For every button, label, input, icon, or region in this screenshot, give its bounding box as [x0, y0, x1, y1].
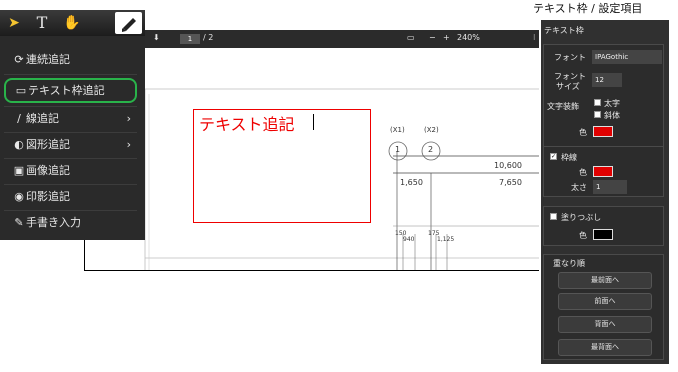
zoom-out-button[interactable]: − — [429, 33, 436, 42]
grid-label-x2: (X2) — [424, 126, 439, 134]
italic-checkbox[interactable] — [594, 111, 601, 118]
continuous-icon: ⟳ — [14, 53, 24, 66]
text-annotation-box[interactable]: テキスト追記 — [193, 109, 371, 223]
page-total: / 2 — [203, 33, 214, 42]
border-checkbox[interactable]: ✓ — [550, 153, 557, 160]
zoom-level[interactable]: 240% — [457, 33, 480, 42]
text-color-swatch[interactable] — [593, 126, 613, 137]
fill-color-swatch[interactable] — [593, 229, 613, 240]
menu-item-line[interactable]: ∕ 線追記 › — [4, 106, 137, 131]
dimension-label: 10,600 — [494, 161, 522, 170]
tool-toolbar: ➤ T ✋ — [0, 10, 145, 36]
line-icon: ∕ — [17, 112, 21, 125]
stamp-icon: ◉ — [14, 190, 24, 203]
send-to-back-button[interactable]: 最背面へ — [558, 339, 652, 356]
menu-item-label: 手書き入力 — [26, 216, 81, 229]
more-icon[interactable]: ⁝ — [533, 33, 536, 42]
text-caret — [313, 114, 314, 130]
section-caption: テキスト枠 / 設定項目 — [533, 2, 643, 15]
menu-item-image[interactable]: ▣ 画像追記 — [4, 158, 137, 183]
pencil-icon — [122, 18, 136, 32]
menu-item-shape[interactable]: ◐ 図形追記 › — [4, 132, 137, 157]
viewer-toolbar: ⬇ 1 / 2 ▭ − + 240% ⁝ — [85, 30, 539, 48]
dimension-label: 940 — [403, 236, 415, 243]
font-select[interactable]: IPAGothic — [592, 50, 662, 64]
bring-forward-button[interactable]: 前面へ — [558, 293, 652, 310]
font-size-input[interactable]: 12 — [592, 73, 622, 87]
border-label: 枠線 — [561, 153, 577, 162]
thickness-input[interactable]: 1 — [593, 180, 627, 194]
menu-item-textbox[interactable]: ▭ テキスト枠追記 — [4, 78, 137, 103]
page-number-input[interactable]: 1 — [180, 34, 200, 44]
order-label: 重なり順 — [553, 259, 585, 268]
bold-label: 太字 — [604, 99, 620, 108]
menu-divider — [4, 74, 137, 75]
menu-item-label: 印影追記 — [26, 190, 70, 203]
dimension-label: 1,650 — [400, 178, 423, 187]
menu-item-label: テキスト枠追記 — [28, 84, 105, 97]
pointer-icon[interactable]: ➤ — [4, 13, 24, 33]
order-settings-group: 重なり順 最前面へ 前面へ 背面へ 最背面へ — [543, 254, 664, 360]
bring-to-front-button[interactable]: 最前面へ — [558, 272, 652, 289]
panel-title: テキスト枠 — [544, 26, 584, 35]
border-color-label: 色 — [579, 168, 587, 177]
menu-item-handwriting[interactable]: ✎ 手書き入力 — [4, 210, 137, 235]
annotation-menu: ⟳ 連続追記 ▭ テキスト枠追記 ∕ 線追記 › ◐ 図形追記 › ▣ 画像追記… — [0, 36, 145, 240]
menu-item-label: 線追記 — [26, 112, 59, 125]
fill-checkbox[interactable] — [550, 213, 557, 220]
textbox-settings-panel: テキスト枠 フォント IPAGothic フォント サイズ 12 文字装飾 太字… — [541, 20, 669, 364]
decoration-label: 文字装飾 — [547, 102, 579, 111]
menu-item-label: 画像追記 — [26, 164, 70, 177]
fill-color-label: 色 — [579, 231, 587, 240]
border-settings-group: ✓ 枠線 色 太さ 1 — [543, 146, 664, 197]
download-icon[interactable]: ⬇ — [153, 33, 160, 42]
pencil-tool-button[interactable] — [115, 12, 142, 34]
grid-number-2: 2 — [428, 145, 434, 154]
zoom-in-button[interactable]: + — [443, 33, 450, 42]
font-settings-group: フォント IPAGothic フォント サイズ 12 文字装飾 太字 斜体 色 — [543, 44, 664, 161]
grid-label-x1: (X1) — [390, 126, 405, 134]
menu-item-continuous[interactable]: ⟳ 連続追記 — [4, 47, 137, 72]
menu-item-label: 連続追記 — [26, 53, 70, 66]
text-tool-icon[interactable]: T — [32, 13, 52, 33]
textbox-icon: ▭ — [15, 84, 27, 97]
bold-checkbox[interactable] — [594, 99, 601, 106]
handwriting-icon: ✎ — [14, 216, 24, 229]
send-backward-button[interactable]: 背面へ — [558, 316, 652, 333]
annotation-text[interactable]: テキスト追記 — [199, 111, 295, 135]
fill-label: 塗りつぶし — [561, 213, 602, 222]
dimension-label: 1,125 — [437, 236, 455, 243]
border-color-swatch[interactable] — [593, 166, 613, 177]
grid-number-1: 1 — [395, 145, 401, 154]
text-color-label: 色 — [579, 128, 587, 137]
image-icon: ▣ — [13, 164, 25, 177]
fit-page-icon[interactable]: ▭ — [407, 33, 415, 42]
menu-item-label: 図形追記 — [26, 138, 70, 151]
dimension-label: 7,650 — [499, 178, 522, 187]
shape-icon: ◐ — [14, 138, 24, 151]
menu-item-stamp[interactable]: ◉ 印影追記 — [4, 184, 137, 209]
hand-icon[interactable]: ✋ — [62, 13, 82, 33]
fill-settings-group: 塗りつぶし 色 — [543, 206, 664, 246]
chevron-right-icon: › — [126, 138, 131, 151]
font-size-label-2: サイズ — [556, 82, 580, 91]
chevron-right-icon: › — [126, 112, 131, 125]
italic-label: 斜体 — [604, 111, 620, 120]
thickness-label: 太さ — [571, 183, 587, 192]
font-label: フォント — [554, 53, 586, 62]
